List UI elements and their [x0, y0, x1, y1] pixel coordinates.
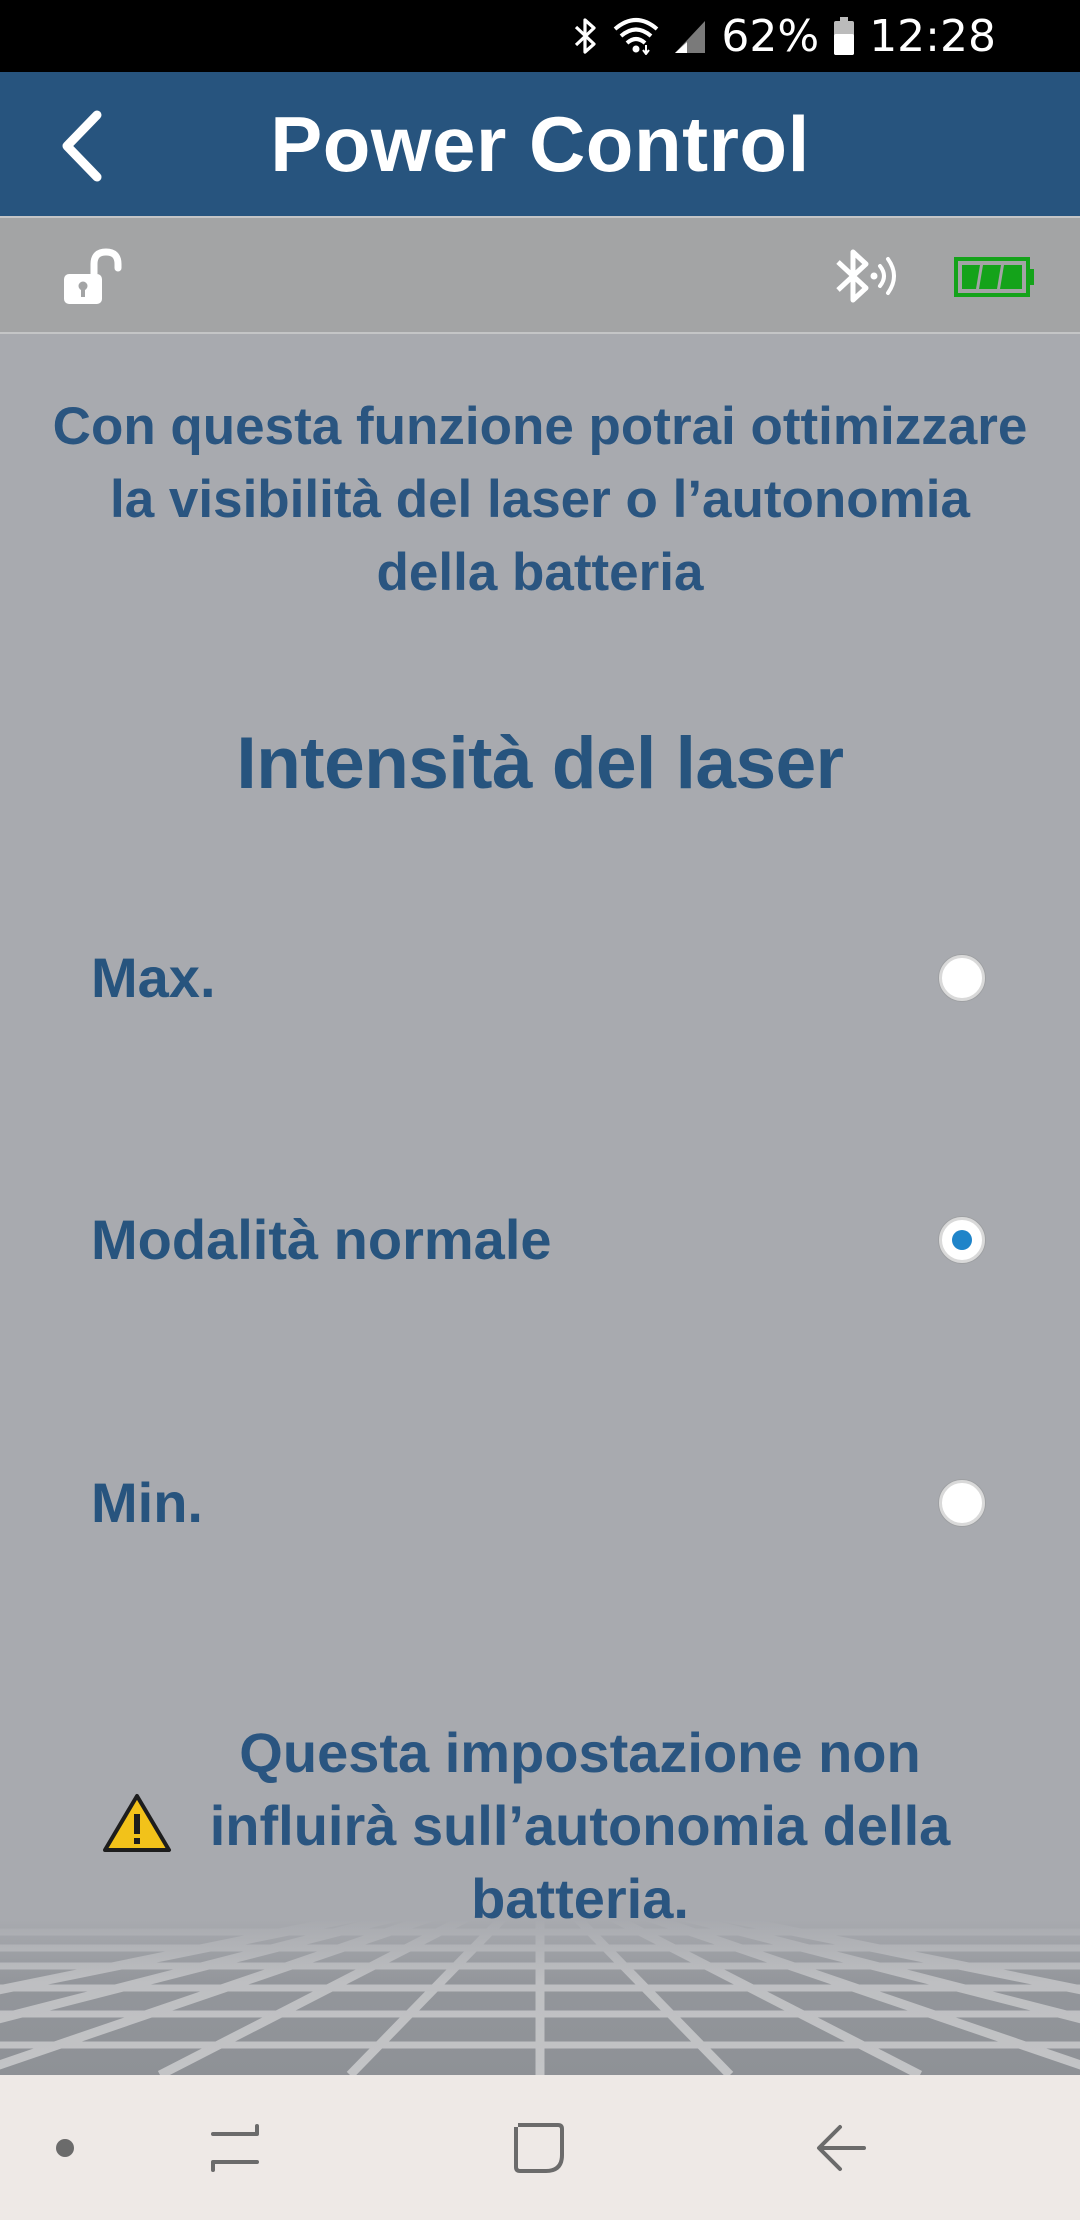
unlocked-padlock-icon[interactable] [60, 246, 126, 308]
system-navigation-bar [0, 2075, 1080, 2220]
app-header: Power Control [0, 72, 1080, 216]
home-button[interactable] [494, 2075, 584, 2220]
option-label: Max. [91, 946, 216, 1009]
status-bar: 62% 12:28 [0, 0, 1080, 72]
warning-icon [103, 1794, 171, 1852]
wifi-icon [613, 17, 659, 55]
bluetooth-icon [573, 16, 599, 56]
status-icons: 62% 12:28 [573, 0, 996, 72]
radio-button-normal[interactable] [939, 1217, 985, 1263]
note-text: Questa impostazione non influirà sull’au… [209, 1721, 951, 1930]
option-min[interactable]: Min. [0, 1433, 1080, 1573]
clock: 12:28 [869, 10, 996, 62]
radio-button-min[interactable] [939, 1480, 985, 1526]
intro-description: Con questa funzione potrai ottimizzare l… [52, 397, 1028, 602]
section-title: Intensità del laser [236, 723, 844, 804]
option-normal[interactable]: Modalità normale [0, 1170, 1080, 1310]
radio-button-max[interactable] [939, 955, 985, 1001]
cell-signal-icon [673, 17, 707, 55]
home-icon [514, 2122, 564, 2173]
dot-icon [56, 2138, 74, 2157]
device-battery-full-icon [954, 257, 1034, 297]
back-arrow-icon [817, 2124, 866, 2171]
option-label: Min. [91, 1471, 203, 1534]
recent-apps-icon [211, 2123, 259, 2172]
battery-icon [833, 16, 855, 56]
recent-apps-button[interactable] [190, 2075, 280, 2220]
battery-percent: 62% [721, 10, 820, 62]
option-max[interactable]: Max. [0, 908, 1080, 1048]
option-label: Modalità normale [91, 1208, 552, 1271]
system-back-button[interactable] [796, 2075, 886, 2220]
nav-dot-button[interactable] [30, 2075, 100, 2220]
decorative-floor-grid [0, 1920, 1080, 2075]
bluetooth-connected-icon [836, 249, 896, 303]
page-title: Power Control [270, 100, 810, 188]
device-status-bar [0, 216, 1080, 334]
